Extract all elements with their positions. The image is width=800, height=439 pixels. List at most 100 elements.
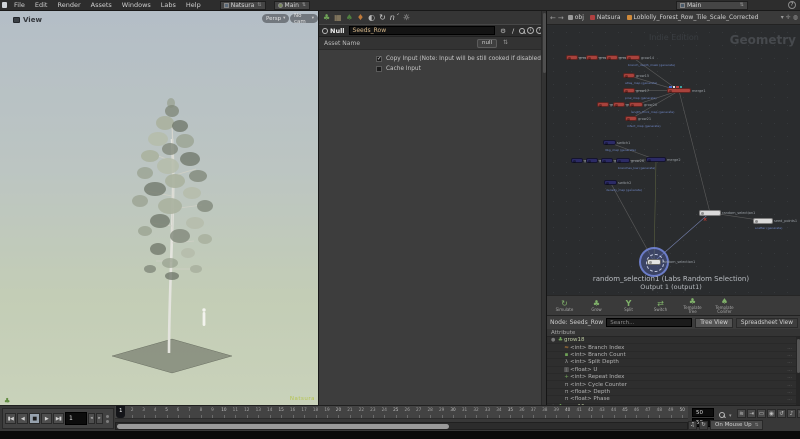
- current-frame-field[interactable]: 1: [65, 412, 87, 425]
- node-info-icon[interactable]: n´: [390, 13, 399, 22]
- network-node-grow21[interactable]: grow21 infect_map (generate): [625, 116, 661, 128]
- network-node-grow12[interactable]: grow12: [586, 55, 612, 60]
- scene-viewport[interactable]: View Persp ▾ No cam ▾ Natsura ♣: [0, 11, 318, 405]
- shelf-tool-split[interactable]: Y Split: [615, 297, 642, 314]
- refresh-icon[interactable]: ↻: [699, 420, 708, 430]
- right-pane-selector[interactable]: Main ⇅: [676, 0, 748, 10]
- timeline-scroll-track[interactable]: [115, 422, 688, 430]
- sim-cache-icon[interactable]: ≋: [737, 409, 746, 418]
- attribute-row[interactable]: λ <int> Split Depth...: [547, 359, 796, 367]
- network-node-grow18[interactable]: grow18: [597, 102, 623, 107]
- attribute-row[interactable]: π <float> Phase...: [547, 396, 796, 404]
- attribute-row[interactable]: ▪ <int> Branch Count...: [547, 352, 796, 360]
- burst-icon[interactable]: ☼: [403, 13, 410, 22]
- network-node-random_selection1[interactable]: random_selection1: [699, 210, 755, 216]
- dopnet-icon[interactable]: ▭: [757, 409, 766, 418]
- natsura-tree-icon[interactable]: ♣: [323, 13, 330, 22]
- network-node-grow14[interactable]: grow14 branch_depth_mask (generate): [626, 55, 675, 67]
- range-caret-icon[interactable]: ▾: [729, 413, 732, 419]
- geometry-icon[interactable]: ♠: [346, 13, 353, 22]
- go-start-button[interactable]: ▮◀: [5, 413, 16, 424]
- attribute-row[interactable]: ≈ <int> Branch Index...: [547, 344, 796, 352]
- network-node-switch1[interactable]: switch1 dbg_map (generate): [603, 140, 636, 152]
- camera-button[interactable]: No cam ▾: [290, 13, 318, 25]
- network-node-grow24[interactable]: grow24: [586, 158, 612, 163]
- breadcrumb-loblolly_forest_row_tile_scale_corrected[interactable]: Loblolly_Forest_Row_Tile_Scale_Corrected: [625, 12, 761, 23]
- network-node-grow19[interactable]: grow19: [613, 102, 639, 107]
- network-node-grow15[interactable]: grow15 atlas_map (generate): [623, 73, 657, 85]
- network-node-merge2[interactable]: merge2: [646, 157, 681, 162]
- recook-icon[interactable]: ↻: [379, 13, 386, 22]
- caret-down-icon[interactable]: ▾: [781, 14, 784, 21]
- shelf-tool-simulate[interactable]: ↻ Simulate: [551, 297, 578, 314]
- network-node-grow23[interactable]: grow23: [571, 158, 597, 163]
- loop-mode-icon[interactable]: ↺: [777, 409, 786, 418]
- realtime-toggle-icon[interactable]: ◉: [767, 409, 776, 418]
- menu-windows[interactable]: Windows: [117, 1, 156, 9]
- row-options[interactable]: ...: [787, 374, 792, 380]
- network-node-random_selection1[interactable]: random_selection1: [647, 259, 695, 265]
- range-zoom-icon[interactable]: [719, 412, 725, 418]
- network-node-grow13[interactable]: grow13: [606, 55, 632, 60]
- network-node-grow26[interactable]: grow26 branches_low (generate): [616, 158, 655, 170]
- network-node-switch2[interactable]: switch2 density_map (generate): [604, 180, 642, 192]
- right-pane-stepper-icon[interactable]: ⇅: [740, 2, 744, 8]
- asset-stepper-icon[interactable]: ⇅: [503, 39, 508, 46]
- attribute-group-row[interactable]: ● ♣ grow18: [547, 337, 796, 345]
- play-reverse-button[interactable]: ◀: [17, 413, 28, 424]
- forward-arrow-icon[interactable]: →: [558, 14, 564, 22]
- attribute-row[interactable]: + <int> Repeat Index...: [547, 374, 796, 382]
- checkbox-cache-input[interactable]: [376, 66, 382, 72]
- row-options[interactable]: ...: [787, 389, 792, 395]
- back-arrow-icon[interactable]: ←: [550, 14, 556, 22]
- menu-render[interactable]: Render: [52, 1, 85, 9]
- row-options[interactable]: ...: [787, 382, 792, 388]
- checkbox-copy-input[interactable]: ✓: [376, 56, 382, 62]
- row-options[interactable]: ...: [787, 352, 792, 358]
- network-node-merge1[interactable]: merge1: [667, 85, 706, 93]
- gear-icon[interactable]: ⚙: [499, 27, 507, 35]
- menu-help[interactable]: Help: [181, 1, 206, 9]
- audio-scrub-icon[interactable]: ♪: [787, 409, 796, 418]
- end-frame-field[interactable]: 50: [692, 408, 714, 417]
- menu-file[interactable]: File: [9, 1, 30, 9]
- network-node-seed_points1[interactable]: seed_points1 scatter (generate): [753, 218, 797, 230]
- timeline-scroll-thumb[interactable]: [117, 424, 449, 429]
- network-editor[interactable]: Indie Edition Geometry grow11grow12grow1…: [547, 26, 800, 295]
- attribute-search-input[interactable]: Search...: [606, 318, 693, 327]
- shelf-tool-template-tree[interactable]: ♣ Template Tree: [679, 297, 706, 314]
- row-options[interactable]: ...: [787, 359, 792, 365]
- pin-icon[interactable]: ✛: [786, 14, 791, 21]
- playhead-marker[interactable]: 1: [116, 406, 126, 418]
- pane-selector[interactable]: Main ⇅: [273, 0, 311, 10]
- row-options[interactable]: ...: [787, 396, 792, 402]
- pen-icon[interactable]: /: [509, 27, 517, 35]
- frame-ruler[interactable]: 1234567891011121314151617181920212223242…: [115, 406, 688, 419]
- menu-labs[interactable]: Labs: [156, 1, 181, 9]
- breadcrumb-natsura[interactable]: Natsura: [588, 12, 623, 23]
- row-options[interactable]: ...: [787, 367, 792, 373]
- shelf-tool-switch[interactable]: ⇄ Switch: [647, 297, 674, 314]
- desktop-selector[interactable]: Natsura ⇅: [219, 0, 266, 10]
- breadcrumb-obj[interactable]: obj: [566, 12, 586, 23]
- go-end-button[interactable]: ▶▮: [53, 413, 64, 424]
- attribute-row[interactable]: π <int> Cycle Counter...: [547, 381, 796, 389]
- pane-stepper-icon[interactable]: ⇅: [302, 2, 306, 8]
- prev-frame-button[interactable]: ◂: [88, 413, 95, 424]
- menu-assets[interactable]: Assets: [86, 1, 117, 9]
- play-button[interactable]: ▶: [41, 413, 52, 424]
- attribute-scrollbar[interactable]: [796, 337, 800, 405]
- attribute-row[interactable]: π <float> Depth...: [547, 389, 796, 397]
- moon-icon[interactable]: ◐: [368, 13, 375, 22]
- network-node-grow11[interactable]: grow11: [566, 55, 592, 60]
- render-view-icon[interactable]: ▦: [334, 13, 342, 22]
- network-node-grow20[interactable]: grow20 length_thick_map (generate): [629, 102, 674, 114]
- tab-tree-view[interactable]: Tree View: [695, 317, 733, 328]
- character-icon[interactable]: ♦: [357, 13, 364, 22]
- asset-name-button[interactable]: null: [477, 38, 498, 48]
- search-icon[interactable]: [519, 27, 525, 34]
- row-options[interactable]: ...: [787, 345, 792, 351]
- help-icon[interactable]: ?: [788, 1, 796, 9]
- next-frame-button[interactable]: ▸: [96, 413, 103, 424]
- shelf-tool-template-conifer[interactable]: ♠ Template Conifer: [711, 297, 738, 314]
